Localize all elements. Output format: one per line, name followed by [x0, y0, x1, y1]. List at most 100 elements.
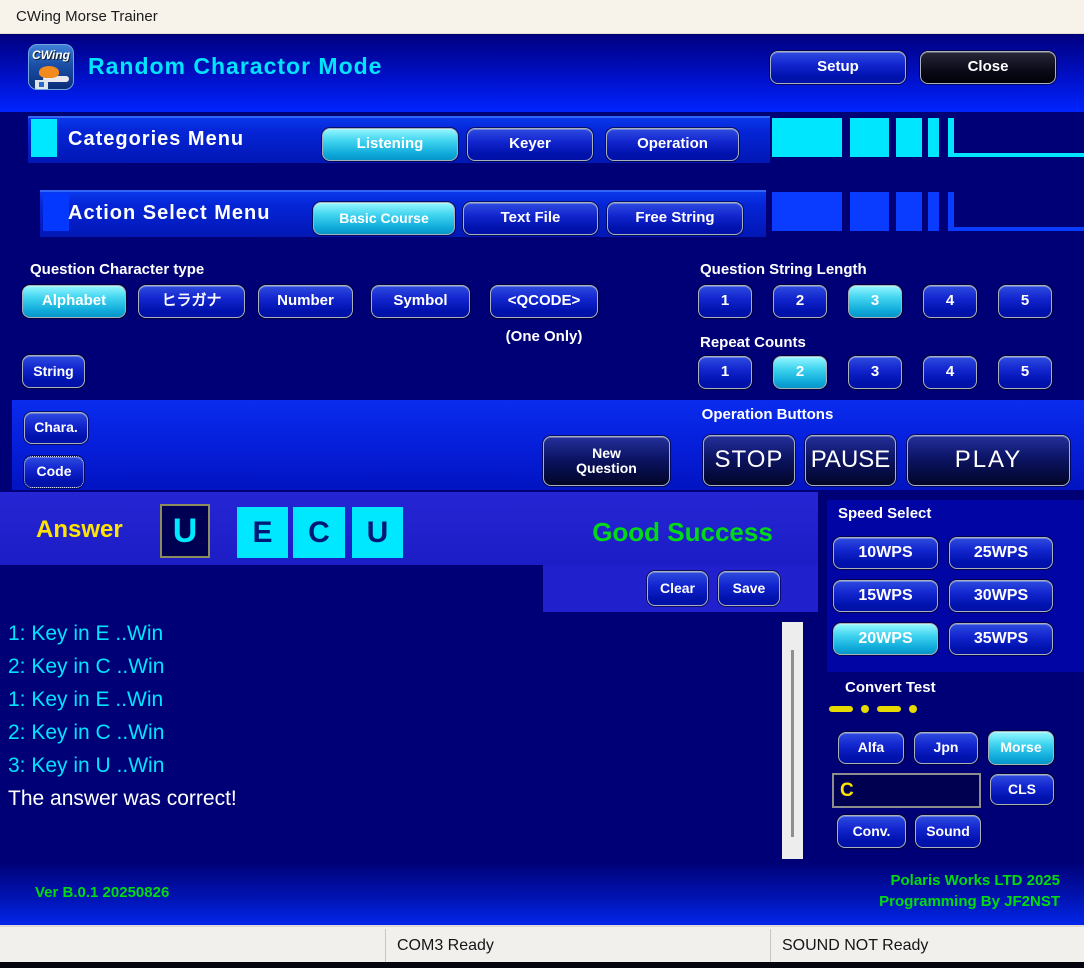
length-5-button[interactable]: 5 — [998, 285, 1052, 318]
log-line-result: The answer was correct! — [8, 787, 237, 811]
repeat-1-button[interactable]: 1 — [698, 356, 752, 389]
new-question-line2: Question — [576, 461, 637, 476]
morse-decor-line — [948, 118, 954, 157]
tab-text-file[interactable]: Text File — [463, 202, 598, 235]
close-button[interactable]: Close — [920, 51, 1056, 84]
length-2-button[interactable]: 2 — [773, 285, 827, 318]
morse-decor-line — [948, 227, 1084, 231]
jpn-button[interactable]: Jpn — [914, 732, 978, 764]
speed-15wps-button[interactable]: 15WPS — [833, 580, 938, 612]
window-title: CWing Morse Trainer — [16, 8, 158, 25]
question-type-label: Question Character type — [30, 261, 204, 278]
action-cap-decor — [43, 193, 69, 231]
repeat-2-button[interactable]: 2 — [773, 356, 827, 389]
qtype-string-button[interactable]: String — [22, 355, 85, 388]
categories-menu-label: Categories Menu — [68, 116, 244, 163]
app-window: CWing Morse Trainer CWing Random Charact… — [0, 0, 1084, 968]
answer-history-box: U — [352, 507, 403, 558]
morse-decor-dash — [772, 192, 842, 231]
morse-decor-line — [948, 192, 954, 231]
answer-history-box: E — [237, 507, 288, 558]
speed-35wps-button[interactable]: 35WPS — [949, 623, 1053, 655]
morse-button[interactable]: Morse — [988, 731, 1054, 765]
status-divider — [770, 929, 771, 962]
morse-decor-dot — [928, 118, 939, 157]
speed-10wps-button[interactable]: 10WPS — [833, 537, 938, 569]
conv-button[interactable]: Conv. — [837, 815, 906, 848]
sound-button[interactable]: Sound — [915, 815, 981, 848]
credit-line1: Polaris Works LTD 2025 — [890, 872, 1060, 889]
morse-decor-dash — [772, 118, 842, 157]
com-status: COM3 Ready — [397, 927, 494, 964]
tab-operation[interactable]: Operation — [606, 128, 739, 161]
sound-status: SOUND NOT Ready — [782, 927, 928, 964]
clear-button[interactable]: Clear — [647, 571, 708, 606]
title-bar: CWing Morse Trainer — [0, 0, 1084, 34]
credit-line2: Programming By JF2NST — [879, 893, 1060, 910]
tab-free-string[interactable]: Free String — [607, 202, 743, 235]
speed-30wps-button[interactable]: 30WPS — [949, 580, 1053, 612]
length-4-button[interactable]: 4 — [923, 285, 977, 318]
morse-decor-line — [948, 153, 1084, 157]
qcode-note: (One Only) — [490, 328, 598, 345]
answer-history-box: C — [293, 507, 345, 558]
morse-dot-icon — [909, 705, 917, 713]
action-menu-label: Action Select Menu — [68, 190, 270, 237]
qtype-qcode-button[interactable]: <QCODE> — [490, 285, 598, 318]
speed-25wps-button[interactable]: 25WPS — [949, 537, 1053, 569]
answer-current-box[interactable]: U — [160, 504, 210, 558]
length-1-button[interactable]: 1 — [698, 285, 752, 318]
result-status-text: Good Success — [560, 517, 805, 548]
morse-key-knob-icon — [39, 82, 44, 87]
code-button[interactable]: Code — [24, 456, 84, 488]
setup-button[interactable]: Setup — [770, 51, 906, 84]
status-bar: COM3 Ready SOUND NOT Ready — [0, 925, 1084, 962]
operation-buttons-label: Operation Buttons — [690, 406, 845, 423]
convert-input[interactable] — [832, 773, 981, 808]
morse-dot-icon — [861, 705, 869, 713]
stop-button[interactable]: STOP — [703, 435, 795, 486]
answer-label: Answer — [36, 516, 123, 544]
page-title: Random Charactor Mode — [88, 35, 382, 97]
repeat-5-button[interactable]: 5 — [998, 356, 1052, 389]
log-line: 2: Key in C ..Win — [8, 655, 164, 679]
morse-pattern-display — [829, 703, 917, 715]
repeat-4-button[interactable]: 4 — [923, 356, 977, 389]
chara-button[interactable]: Chara. — [24, 412, 88, 444]
speed-20wps-button[interactable]: 20WPS — [833, 623, 938, 655]
scrollbar-thumb[interactable] — [791, 650, 794, 837]
alfa-button[interactable]: Alfa — [838, 732, 904, 764]
footer: Ver B.0.1 20250826 Polaris Works LTD 202… — [0, 862, 1084, 925]
morse-decor-dash — [850, 192, 889, 231]
log-line: 2: Key in C ..Win — [8, 721, 164, 745]
morse-decor-dash — [896, 118, 922, 157]
tab-basic-course[interactable]: Basic Course — [313, 202, 455, 235]
new-question-line1: New — [592, 446, 621, 461]
morse-decor-dot — [928, 192, 939, 231]
pause-button[interactable]: PAUSE — [805, 435, 896, 486]
tab-listening[interactable]: Listening — [322, 128, 458, 161]
log-scrollbar[interactable] — [782, 622, 803, 859]
qtype-number-button[interactable]: Number — [258, 285, 353, 318]
repeat-3-button[interactable]: 3 — [848, 356, 902, 389]
tab-keyer[interactable]: Keyer — [467, 128, 593, 161]
play-button[interactable]: PLAY — [907, 435, 1070, 486]
categories-cap-decor — [31, 119, 57, 157]
morse-decor-dash — [896, 192, 922, 231]
qtype-hiragana-button[interactable]: ヒラガナ — [138, 285, 245, 318]
hand-icon — [39, 66, 59, 78]
morse-decor-dash — [850, 118, 889, 157]
morse-dash-icon — [877, 706, 901, 712]
window-bottom-edge — [0, 962, 1084, 968]
status-divider — [385, 929, 386, 962]
save-button[interactable]: Save — [718, 571, 780, 606]
qtype-symbol-button[interactable]: Symbol — [371, 285, 470, 318]
logo-text: CWing — [29, 48, 73, 62]
convert-test-label: Convert Test — [845, 679, 936, 696]
log-line: 1: Key in E ..Win — [8, 622, 163, 646]
qtype-alphabet-button[interactable]: Alphabet — [22, 285, 126, 318]
length-3-button[interactable]: 3 — [848, 285, 902, 318]
new-question-button[interactable]: New Question — [543, 436, 670, 486]
log-line: 3: Key in U ..Win — [8, 754, 164, 778]
cls-button[interactable]: CLS — [990, 774, 1054, 805]
